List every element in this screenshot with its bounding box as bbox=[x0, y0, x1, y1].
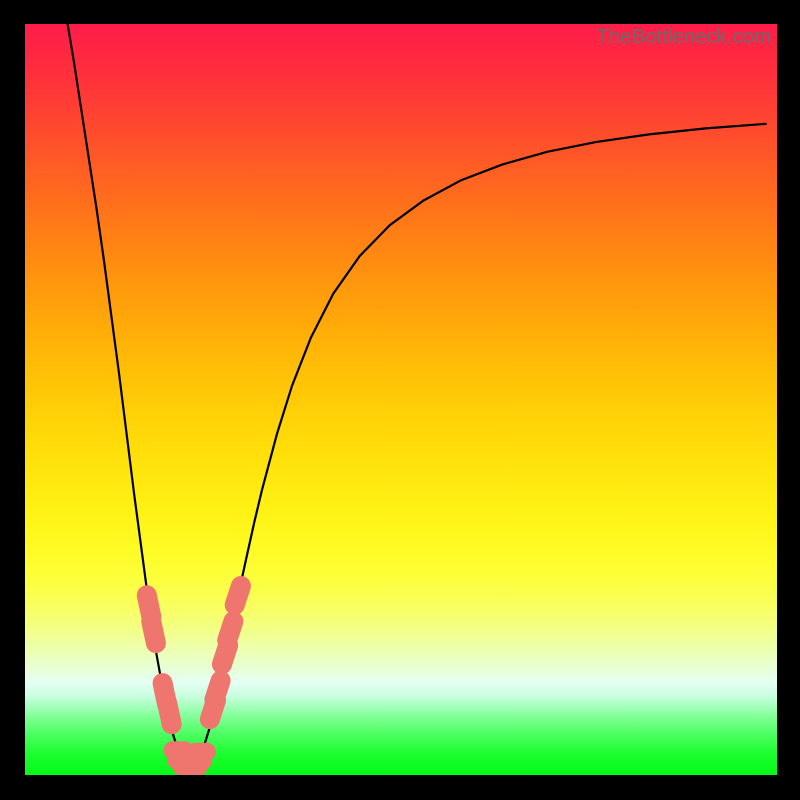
marker-blob bbox=[163, 683, 168, 705]
chart-frame: TheBottleneck.com bbox=[0, 0, 800, 800]
marker-blob bbox=[147, 595, 152, 617]
curve-path bbox=[66, 24, 765, 766]
bottleneck-curve bbox=[25, 24, 777, 775]
plot-area: TheBottleneck.com bbox=[25, 24, 777, 775]
marker-blob bbox=[167, 703, 172, 725]
marker-blob bbox=[151, 622, 156, 644]
marker-layer bbox=[25, 24, 777, 775]
marker-blob bbox=[214, 681, 220, 700]
marker-blob bbox=[235, 586, 241, 605]
marker-blob bbox=[222, 645, 228, 664]
marker-blob bbox=[227, 621, 233, 640]
marker-blob bbox=[210, 700, 216, 719]
watermark-text: TheBottleneck.com bbox=[596, 26, 771, 49]
